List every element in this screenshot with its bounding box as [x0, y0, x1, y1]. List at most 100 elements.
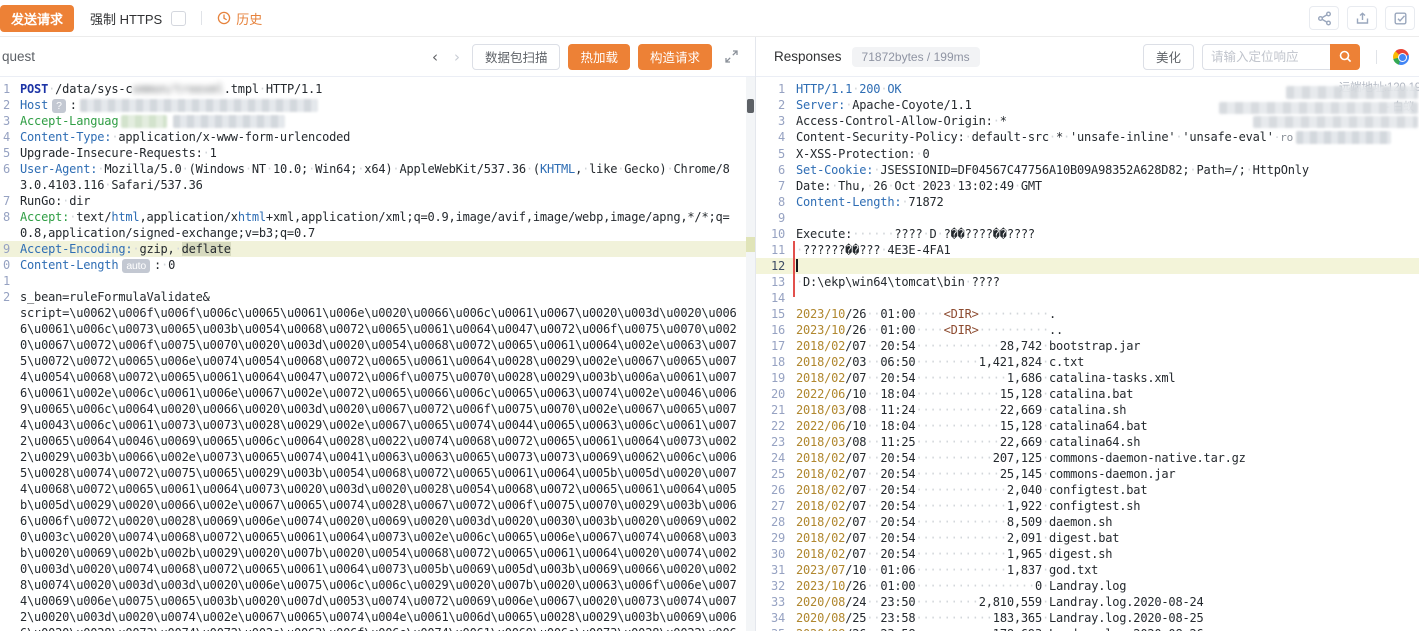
share-button[interactable] [1309, 6, 1339, 30]
history-forward-button[interactable]: › [450, 48, 464, 66]
beautify-button[interactable]: 美化 [1143, 44, 1194, 70]
code-line[interactable]: 14 [756, 290, 1419, 306]
code-line[interactable]: 192018/02/07··20:54·············1,686·ca… [756, 370, 1419, 386]
request-scrollbar[interactable] [746, 77, 755, 631]
code-line[interactable]: 4Content-Security-Policy:·default-src·*·… [756, 129, 1419, 146]
code-line[interactable]: 322023/10/26··01:00·················0·La… [756, 578, 1419, 594]
construct-request-button[interactable]: 构造请求 [638, 44, 712, 70]
whitespace-dot: · [1000, 563, 1007, 577]
search-button[interactable] [1330, 44, 1360, 70]
code-line[interactable]: 12 [756, 258, 1419, 274]
whitespace-dot: · [965, 483, 972, 497]
whitespace-dot: · [873, 403, 880, 417]
code-line[interactable]: 4Content-Type:·application/x-www-form-ur… [0, 129, 755, 145]
code-line[interactable]: 172018/02/07··20:54············28,742·bo… [756, 338, 1419, 354]
line-number: 2 [0, 97, 20, 113]
code-line[interactable]: 152023/10/26··01:00····<DIR>··········. [756, 306, 1419, 322]
code-line[interactable]: 332020/08/24··23:50·········2,810,559·La… [756, 594, 1419, 610]
code-token: Accept-Languag [20, 114, 118, 128]
request-editor[interactable]: 1POST·/data/sys-common/treexml.tmpl·HTTP… [0, 77, 755, 631]
code-line[interactable]: 2s_bean=ruleFormulaValidate&script=\u006… [0, 289, 755, 631]
code-line[interactable]: 0Content-Lengthauto:·0 [0, 257, 755, 273]
whitespace-dot: · [986, 467, 993, 481]
code-line[interactable]: 11·??????��???·4E3E-4FA1 [756, 242, 1419, 258]
code-line[interactable]: 6Set-Cookie:·JSESSIONID=DF04567C47756A10… [756, 162, 1419, 178]
whitespace-dot: · [1049, 130, 1056, 144]
whitespace-dot: · [526, 162, 533, 176]
force-https-checkbox[interactable] [171, 11, 186, 26]
fullscreen-button[interactable] [724, 49, 739, 64]
whitespace-dot: · [979, 307, 986, 321]
code-line[interactable]: 252018/02/07··20:54············25,145·co… [756, 466, 1419, 482]
line-number: 30 [756, 546, 796, 562]
line-number: 4 [0, 129, 20, 145]
whitespace-dot: · [951, 627, 958, 631]
code-line[interactable]: 262018/02/07··20:54·············2,040·co… [756, 482, 1419, 498]
line-content [20, 273, 755, 289]
whitespace-dot: · [930, 323, 937, 337]
scrollbar-thumb[interactable] [747, 99, 754, 113]
response-viewer[interactable]: 远端地址:120.19 - 白蚁 1HTTP/1.1·200·OK2Server… [756, 77, 1419, 631]
code-line[interactable]: 182018/02/03··06:50·········1,421,824·c.… [756, 354, 1419, 370]
packet-scan-button[interactable]: 数据包扫描 [472, 44, 561, 70]
hot-reload-button[interactable]: 热加载 [568, 44, 630, 70]
whitespace-dot: · [873, 499, 880, 513]
whitespace-dot: · [993, 467, 1000, 481]
whitespace-dot: · [1042, 339, 1049, 353]
line-content: User-Agent:·Mozilla/5.0·(Windows·NT·10.0… [20, 161, 755, 193]
code-line[interactable]: 5Upgrade-Insecure-Requests:·1 [0, 145, 755, 161]
code-line[interactable]: 272018/02/07··20:54·············1,922·co… [756, 498, 1419, 514]
code-line[interactable]: 1POST·/data/sys-common/treexml.tmpl·HTTP… [0, 81, 755, 97]
code-line[interactable]: 302018/02/07··20:54·············1,965·di… [756, 546, 1419, 562]
whitespace-dot: · [48, 82, 55, 96]
code-line[interactable]: 5X-XSS-Protection:·0 [756, 146, 1419, 162]
line-number: 5 [0, 145, 20, 161]
code-line[interactable]: 282018/02/07··20:54·············8,509·da… [756, 514, 1419, 530]
code-line[interactable]: 342020/08/25··23:58···········183,365·La… [756, 610, 1419, 626]
code-line[interactable]: 13·D:\ekp\win64\tomcat\bin·???? [756, 274, 1419, 290]
code-line[interactable]: 8Accept:·text/html,application/xhtml+xml… [0, 209, 755, 241]
code-line[interactable]: 222022/06/10··18:04············15,128·ca… [756, 418, 1419, 434]
whitespace-dot: · [203, 146, 210, 160]
code-line[interactable]: 7Date:·Thu,·26·Oct·2023·13:02:49·GMT [756, 178, 1419, 194]
code-token: 2022/06 [796, 419, 845, 433]
code-line[interactable]: 6User-Agent:·Mozilla/5.0·(Windows·NT·10.… [0, 161, 755, 193]
send-request-button[interactable]: 发送请求 [0, 5, 74, 32]
line-number: 12 [756, 258, 796, 274]
whitespace-dot: · [915, 179, 922, 193]
code-line[interactable]: 8Content-Length:·71872 [756, 194, 1419, 210]
line-content: Content-Type:·application/x-www-form-url… [20, 129, 755, 145]
whitespace-dot: · [986, 515, 993, 529]
code-token: 2018/03 [796, 403, 845, 417]
code-line[interactable]: 9Accept-Encoding:·gzip,·deflate [0, 241, 755, 257]
code-line[interactable]: 312023/07/10··01:06·············1,837·go… [756, 562, 1419, 578]
code-line[interactable]: 3Accept-Languag [0, 113, 755, 129]
code-line[interactable]: 9 [756, 210, 1419, 226]
code-line[interactable]: 242018/02/07··20:54···········207,125·co… [756, 450, 1419, 466]
annotate-button[interactable] [1385, 6, 1415, 30]
code-line[interactable]: 352020/08/26··23:58···········178,693·La… [756, 626, 1419, 631]
history-back-button[interactable]: ‹ [428, 48, 442, 66]
code-line[interactable]: 7RunGo:·dir [0, 193, 755, 209]
code-line[interactable]: 10Execute:······????·D·?��????��???? [756, 226, 1419, 242]
code-line[interactable]: 212018/03/08··11:24············22,669·ca… [756, 402, 1419, 418]
browser-open-icon[interactable] [1393, 49, 1409, 65]
whitespace-dot: · [873, 563, 880, 577]
code-line[interactable]: 232018/03/08··11:25············22,669·ca… [756, 434, 1419, 450]
whitespace-dot: · [972, 547, 979, 561]
code-token: /07··20:54·············2,040·configtest.… [845, 483, 1147, 497]
whitespace-dot: · [951, 611, 958, 625]
line-number: 2 [0, 289, 20, 631]
code-line[interactable]: 202022/06/10··18:04············15,128·ca… [756, 386, 1419, 402]
search-input[interactable] [1202, 44, 1330, 70]
line-number: 25 [756, 466, 796, 482]
history-button[interactable]: 历史 [217, 9, 262, 28]
code-line[interactable]: 1 [0, 273, 755, 289]
redaction-blur [1253, 116, 1418, 128]
code-line[interactable]: 2Host?: [0, 97, 755, 113]
whitespace-dot: · [1042, 435, 1049, 449]
whitespace-dot: · [873, 163, 880, 177]
export-button[interactable] [1347, 6, 1377, 30]
code-line[interactable]: 162023/10/26··01:00····<DIR>··········.. [756, 322, 1419, 338]
code-line[interactable]: 292018/02/07··20:54·············2,091·di… [756, 530, 1419, 546]
